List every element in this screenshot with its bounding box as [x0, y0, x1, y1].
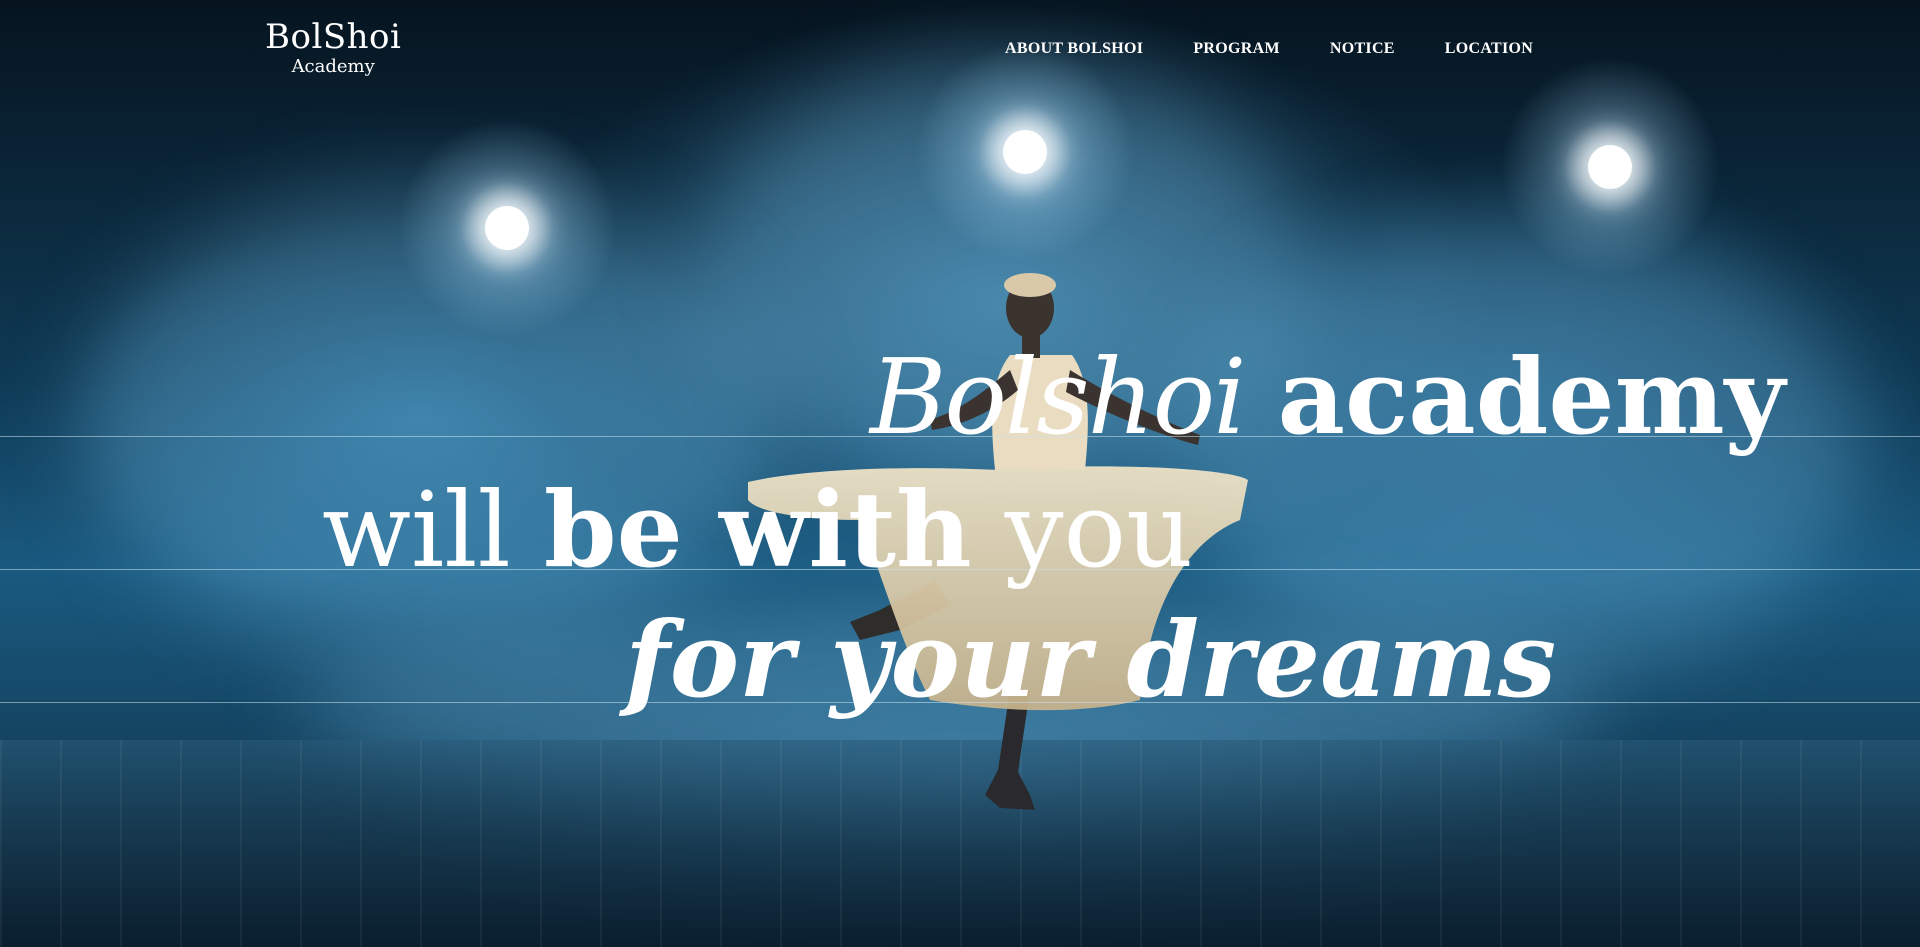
headline-line-1: Bolshoi academy	[870, 345, 1785, 450]
headline-word: will	[322, 469, 511, 591]
nav-item-notice[interactable]: NOTICE	[1330, 40, 1395, 58]
headline-word: be with	[543, 468, 972, 591]
nav-item-program[interactable]: PROGRAM	[1193, 40, 1280, 58]
nav-item-location[interactable]: LOCATION	[1445, 40, 1533, 58]
logo-subtitle: Academy	[291, 56, 375, 77]
main-nav: ABOUT BOLSHOI PROGRAM NOTICE LOCATION	[1005, 40, 1533, 58]
headline-line-2: will be with you	[322, 478, 1193, 583]
nav-item-about-bolshoi[interactable]: ABOUT BOLSHOI	[1005, 40, 1143, 58]
headline-line-3: for your dreams	[625, 598, 1557, 721]
logo[interactable]: BolShoi Academy	[265, 20, 401, 76]
headline-word: you	[1004, 469, 1194, 591]
headline-word: academy	[1277, 335, 1786, 458]
logo-name: BolShoi	[265, 17, 402, 57]
headline-word: Bolshoi	[870, 336, 1247, 458]
